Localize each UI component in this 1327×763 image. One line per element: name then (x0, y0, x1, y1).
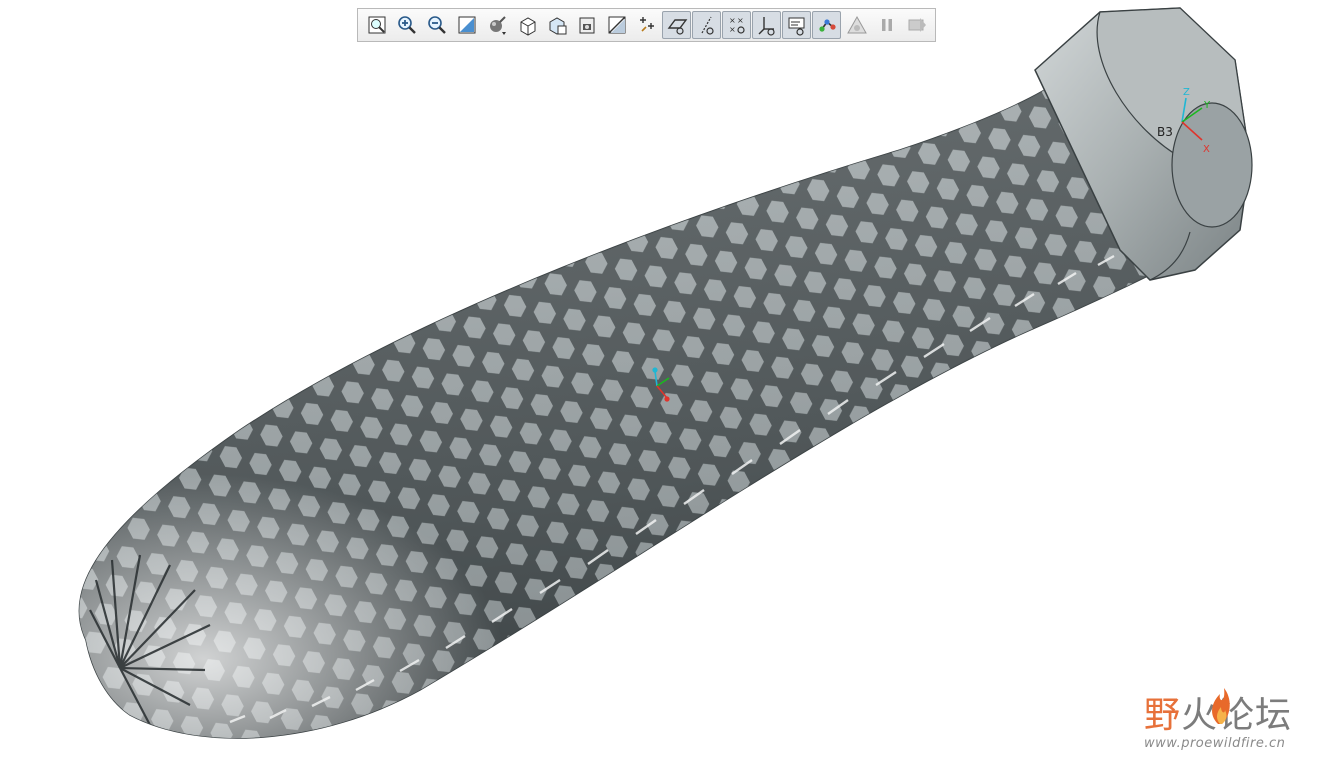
watermark: 野火论坛 www.proewildfire.cn (1138, 680, 1318, 756)
plane-display-icon (667, 19, 687, 35)
spin-center-display-button[interactable] (812, 11, 841, 39)
axis-label-y: Y (1203, 100, 1211, 111)
csys-label: B3 (1157, 125, 1173, 139)
watermark-url: www.proewildfire.cn (1144, 736, 1286, 751)
section-icon (608, 16, 625, 34)
repaint-button[interactable] (452, 11, 481, 39)
spin-center-icon (639, 17, 654, 32)
repaint-icon (458, 16, 475, 34)
spin-center-display-icon (818, 19, 836, 32)
annotation-display-button[interactable] (782, 11, 811, 39)
refit-button[interactable] (362, 11, 391, 39)
csys-display-icon (758, 17, 775, 36)
zoom-in-button[interactable] (392, 11, 421, 39)
flame-logo-icon (1212, 688, 1230, 724)
csys-display-button[interactable] (752, 11, 781, 39)
plane-display-button[interactable] (662, 11, 691, 39)
display-style-icon (489, 16, 506, 35)
zoom-out-button[interactable] (422, 11, 451, 39)
watermark-title-rest: 火论坛 (1181, 695, 1293, 736)
annotation-display-icon (788, 17, 804, 36)
axis-label-x: X (1203, 144, 1210, 155)
pause-button[interactable] (872, 11, 901, 39)
point-display-icon: × ×× (729, 16, 745, 34)
appearance-icon (846, 15, 867, 34)
axis-display-button[interactable] (692, 11, 721, 39)
next-button[interactable] (902, 11, 931, 39)
svg-text:×: × (737, 16, 744, 25)
axis-label-z: Z (1183, 87, 1190, 98)
view-manager-button[interactable] (542, 11, 571, 39)
svg-text:×: × (729, 16, 736, 25)
pause-icon (881, 19, 892, 31)
zoom-in-icon (397, 16, 416, 34)
spin-center-button[interactable] (632, 11, 661, 39)
saved-views-icon (520, 17, 535, 36)
zoom-out-icon (427, 16, 446, 34)
view-toolbar: × × × (357, 8, 936, 42)
next-icon (908, 18, 926, 32)
axis-display-icon (700, 16, 714, 35)
saved-orientations-button[interactable] (512, 11, 541, 39)
refit-icon (368, 16, 385, 34)
display-style-button[interactable] (482, 11, 511, 39)
section-button[interactable] (602, 11, 631, 39)
perspective-icon (579, 17, 594, 34)
3d-viewport[interactable]: B3 Z Y X (0, 0, 1327, 763)
watermark-title-first: 野 (1144, 695, 1182, 736)
perspective-button[interactable] (572, 11, 601, 39)
view-manager-icon (549, 17, 566, 35)
svg-text:×: × (729, 25, 736, 34)
appearance-button[interactable] (842, 11, 871, 39)
point-display-button[interactable]: × × × (722, 11, 751, 39)
